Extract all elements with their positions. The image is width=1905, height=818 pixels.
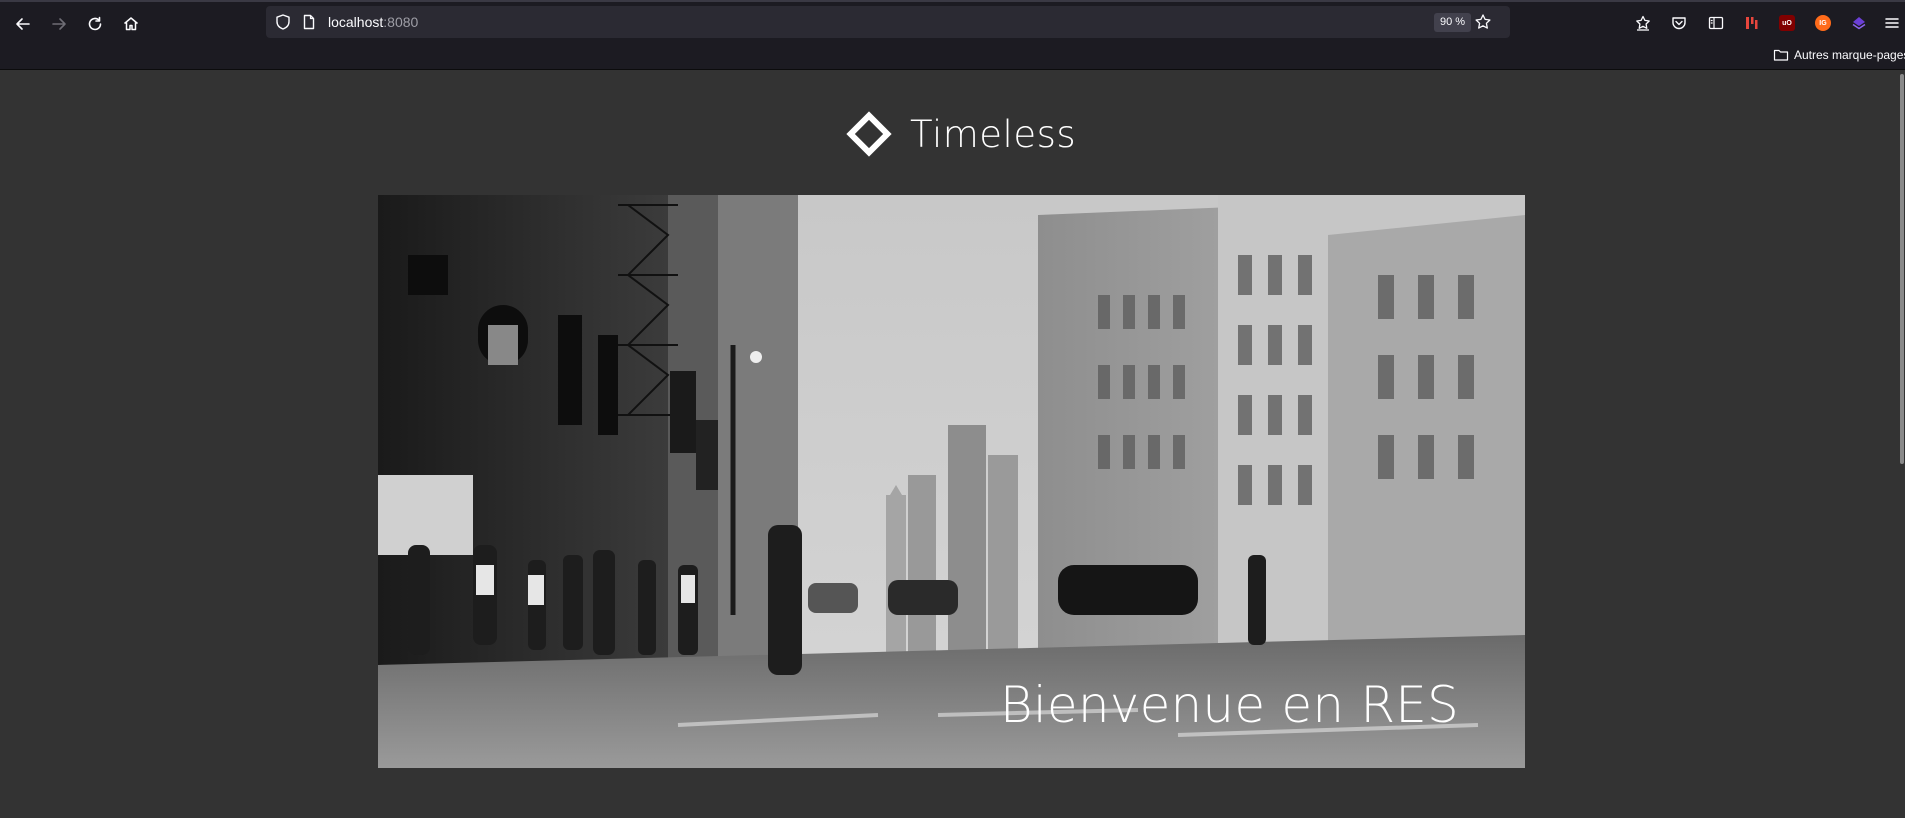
ublock-button[interactable]: uO	[1774, 10, 1800, 36]
address-bar[interactable]: localhost:8080 90 %	[266, 6, 1510, 38]
reload-button[interactable]	[81, 10, 109, 38]
tracking-protection-button[interactable]	[274, 13, 292, 31]
brand-name: Timeless	[910, 112, 1077, 156]
site-brand[interactable]: Timeless	[842, 106, 1076, 162]
page-scrollbar[interactable]	[1900, 74, 1904, 464]
url-host: localhost	[328, 14, 384, 30]
bookmarks-folder[interactable]: Autres marque-pages	[1773, 46, 1905, 64]
shield-icon	[276, 14, 290, 30]
back-button[interactable]	[9, 10, 37, 38]
site-info-button[interactable]	[300, 13, 318, 31]
sidebar-button[interactable]	[1703, 10, 1729, 36]
extension-button-3[interactable]	[1846, 10, 1872, 36]
extension-icon-purple	[1852, 17, 1866, 30]
extension-icon	[1746, 17, 1758, 29]
folder-icon	[1773, 49, 1789, 61]
extension-badge-icon: IG	[1815, 15, 1831, 31]
sidebar-icon	[1708, 16, 1724, 30]
window-top-border	[0, 0, 1905, 2]
zoom-level-badge[interactable]: 90 %	[1434, 13, 1472, 32]
forward-button[interactable]	[45, 10, 73, 38]
url-port: :8080	[383, 14, 419, 30]
bookmarks-folder-label: Autres marque-pages	[1794, 48, 1905, 62]
page-icon	[303, 14, 315, 30]
browser-toolbar: localhost:8080 90 % uO IG Autres marque-…	[0, 0, 1905, 70]
hero-banner: Bienvenue en RES	[378, 195, 1525, 768]
app-menu-button[interactable]	[1879, 10, 1905, 36]
url-text[interactable]: localhost:8080	[328, 13, 418, 31]
pocket-icon	[1672, 17, 1686, 30]
web-page: Timeless Bienvenue en RES	[0, 70, 1905, 818]
pocket-button[interactable]	[1666, 10, 1692, 36]
bookmark-star-button[interactable]	[1474, 13, 1492, 31]
extension-button-2[interactable]: IG	[1810, 10, 1836, 36]
hero-caption: Bienvenue en RES	[999, 676, 1459, 734]
extension-button-1[interactable]	[1739, 10, 1765, 36]
home-icon	[124, 17, 138, 31]
forward-icon	[52, 18, 66, 30]
ublock-icon: uO	[1779, 15, 1795, 31]
reload-icon	[88, 16, 102, 31]
save-to-pocket-button[interactable]	[1630, 10, 1656, 36]
back-icon	[16, 18, 30, 30]
star-icon	[1475, 14, 1491, 29]
diamond-outline-icon	[846, 111, 892, 157]
menu-icon	[1885, 18, 1899, 28]
home-button[interactable]	[117, 10, 145, 38]
save-to-pocket-icon	[1636, 15, 1650, 31]
